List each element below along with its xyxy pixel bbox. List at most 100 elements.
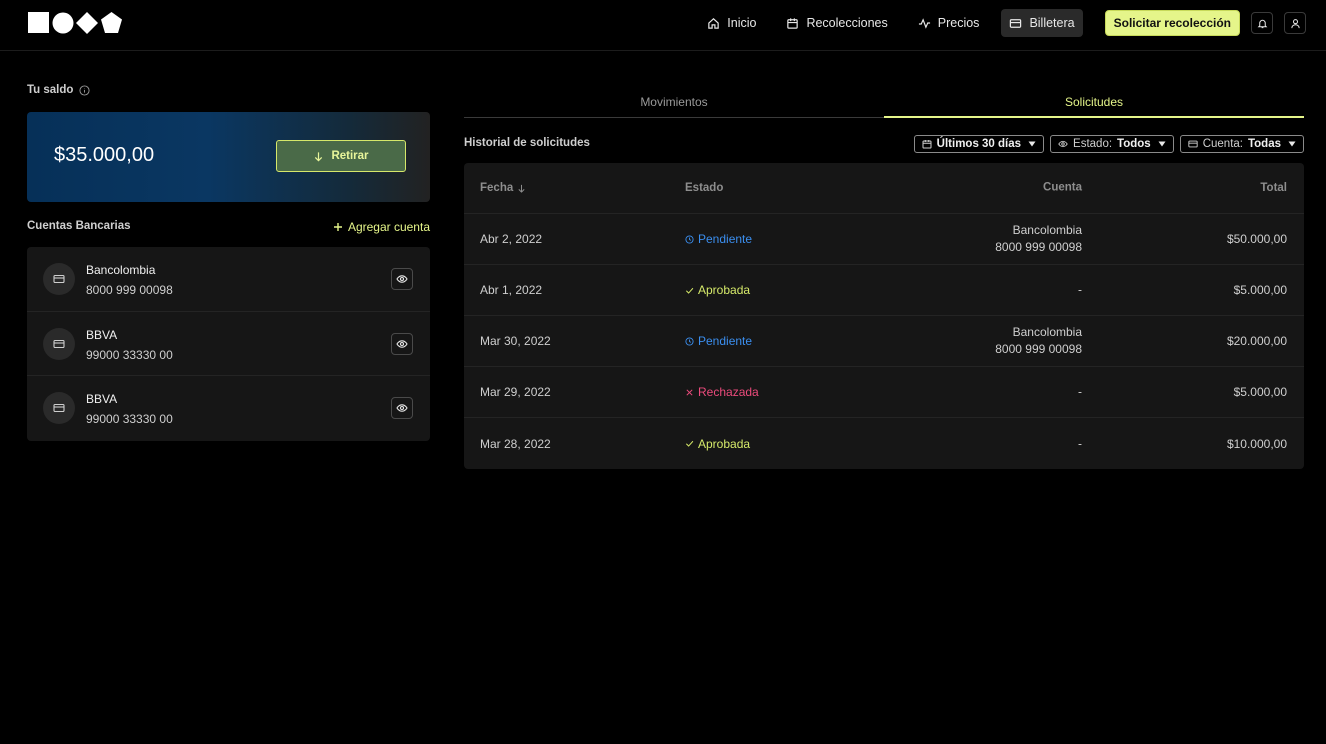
table-row[interactable]: Abr 2, 2022 Pendiente Bancolombia 8000 9… [464, 214, 1304, 265]
nav-billetera-label: Billetera [1029, 16, 1075, 30]
x-icon [686, 388, 693, 396]
request-pickup-button[interactable]: Solicitar recolección [1104, 10, 1240, 36]
activity-icon [918, 17, 930, 29]
row-total: $5.000,00 [1233, 385, 1287, 399]
add-account-button[interactable]: Agregar cuenta [333, 220, 430, 234]
view-account-button[interactable] [391, 268, 413, 290]
history-filters: Últimos 30 días Estado: Todos Cuenta: To… [913, 135, 1304, 153]
date-filter-value: Últimos 30 días [936, 138, 1022, 150]
account-bank: Bancolombia [86, 263, 156, 277]
table-row[interactable]: Mar 29, 2022 Rechazada - $5.000,00 [464, 367, 1304, 418]
status-filter-prefix: Estado: [1073, 138, 1113, 150]
row-account-bank: - [1078, 384, 1082, 399]
top-bar: Inicio Recolecciones Precios Billetera S… [0, 0, 1326, 51]
nav-billetera[interactable]: Billetera [1001, 9, 1083, 37]
row-account: - [1078, 435, 1082, 452]
account-item[interactable]: Bancolombia 8000 999 00098 [27, 247, 430, 312]
profile-button[interactable] [1284, 12, 1306, 34]
account-avatar [43, 263, 75, 295]
status-text: Aprobada [698, 436, 751, 451]
nav-inicio-label: Inicio [727, 16, 757, 30]
clock-icon [685, 336, 694, 346]
column-estado: Estado [685, 182, 724, 194]
nav-recolecciones-label: Recolecciones [806, 16, 888, 30]
tab-movimientos[interactable]: Movimientos [464, 88, 884, 117]
bank-accounts-title: Cuentas Bancarias [27, 220, 131, 232]
row-account-number: 8000 999 00098 [995, 342, 1082, 356]
row-account: - [1078, 384, 1082, 401]
eye-icon [1058, 140, 1068, 148]
account-number: 8000 999 00098 [86, 283, 173, 297]
brand-logo[interactable] [28, 12, 124, 34]
notifications-button[interactable] [1251, 12, 1273, 34]
balance-card: $35.000,00 Retirar [27, 112, 430, 202]
nav-precios-label: Precios [937, 16, 980, 30]
table-header: Fecha Estado Cuenta Total [464, 163, 1304, 214]
wallet-tabs: Movimientos Solicitudes [464, 88, 1304, 118]
nav-inicio[interactable]: Inicio [699, 9, 764, 37]
row-account: - [1078, 282, 1082, 299]
account-number: 99000 33330 00 [86, 412, 173, 426]
caret-down-icon [1028, 141, 1036, 147]
row-date: Mar 30, 2022 [480, 334, 551, 348]
status-badge: Aprobada [685, 437, 750, 451]
info-icon[interactable] [79, 84, 90, 96]
row-account-bank: - [1078, 436, 1082, 450]
row-account: Bancolombia 8000 999 00098 [995, 324, 1082, 358]
account-item[interactable]: BBVA 99000 33330 00 [27, 376, 430, 441]
withdraw-button[interactable]: Retirar [276, 140, 406, 172]
table-row[interactable]: Abr 1, 2022 Aprobada - $5.000,00 [464, 265, 1304, 316]
status-badge: Aprobada [685, 283, 750, 297]
check-icon [685, 440, 694, 447]
account-filter[interactable]: Cuenta: Todas [1179, 135, 1304, 153]
row-account-bank: Bancolombia [1012, 325, 1082, 339]
nav-recolecciones[interactable]: Recolecciones [778, 9, 895, 37]
row-date: Mar 28, 2022 [480, 436, 551, 451]
card-icon [1010, 18, 1022, 28]
check-icon [685, 287, 694, 294]
view-account-button[interactable] [391, 332, 413, 355]
column-fecha[interactable]: Fecha [480, 182, 526, 194]
status-text: Pendiente [698, 334, 753, 348]
caret-down-icon [1288, 141, 1296, 147]
card-icon [53, 274, 65, 284]
row-total: $20.000,00 [1226, 334, 1287, 348]
row-total: $50.000,00 [1226, 232, 1287, 246]
status-badge: Rechazada [685, 385, 759, 399]
row-date: Mar 29, 2022 [480, 385, 551, 399]
calendar-icon [922, 140, 932, 149]
balance-label: Tu saldo [27, 84, 90, 96]
table-row[interactable]: Mar 28, 2022 Aprobada - $10.000,00 [464, 418, 1304, 469]
status-text: Rechazada [698, 385, 759, 399]
caret-down-icon [1158, 141, 1166, 147]
bell-icon [1257, 19, 1267, 28]
tab-solicitudes[interactable]: Solicitudes [884, 88, 1304, 118]
status-filter-value: Todos [1117, 138, 1151, 150]
row-account-bank: Bancolombia [1012, 223, 1082, 237]
status-text: Pendiente [698, 232, 753, 246]
status-filter[interactable]: Estado: Todos [1050, 135, 1174, 153]
view-account-button[interactable] [391, 397, 413, 419]
card-icon [1188, 140, 1198, 148]
plus-icon [333, 223, 342, 231]
account-bank: BBVA [86, 392, 118, 406]
add-account-label: Agregar cuenta [347, 220, 430, 234]
eye-icon [396, 339, 408, 348]
nav-precios[interactable]: Precios [910, 9, 988, 37]
table-row[interactable]: Mar 30, 2022 Pendiente Bancolombia 8000 … [464, 316, 1304, 367]
date-filter[interactable]: Últimos 30 días [913, 135, 1045, 153]
status-text: Aprobada [698, 283, 751, 297]
calendar-icon [787, 17, 799, 29]
sort-down-icon [518, 184, 525, 193]
account-item[interactable]: BBVA 99000 33330 00 [27, 312, 430, 376]
row-date: Abr 1, 2022 [480, 283, 543, 297]
eye-icon [396, 275, 408, 283]
main-nav: Inicio Recolecciones Precios Billetera S… [685, 9, 1306, 37]
withdraw-label: Retirar [331, 150, 369, 162]
status-badge: Pendiente [685, 334, 752, 348]
row-account-number: 8000 999 00098 [995, 240, 1082, 254]
user-icon [1290, 18, 1300, 28]
row-date: Abr 2, 2022 [480, 232, 543, 246]
eye-icon [396, 404, 408, 412]
column-fecha-label: Fecha [480, 182, 514, 194]
